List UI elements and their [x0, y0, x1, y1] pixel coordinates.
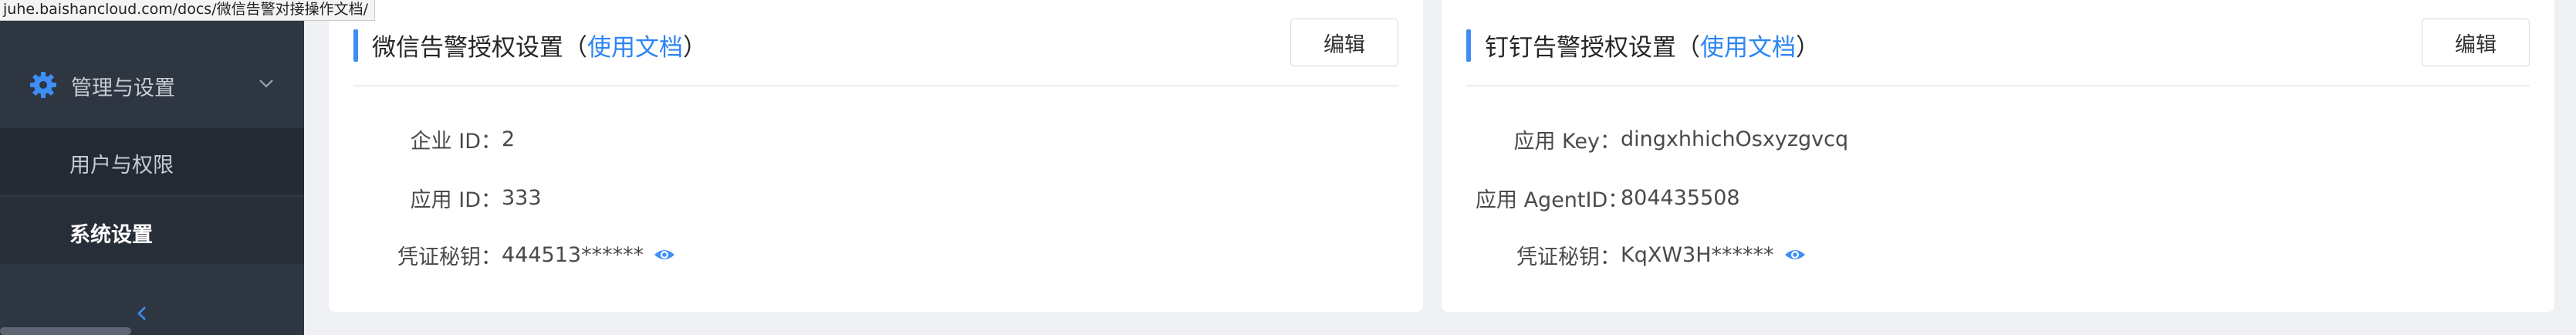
- sidebar: 管理与设置 用户与权限 系统设置: [0, 0, 304, 335]
- title-close-paren: ）: [683, 34, 707, 62]
- field-label: 企业 ID：: [410, 129, 502, 154]
- field-value: 333: [502, 185, 542, 210]
- title-accent-bar: [353, 29, 358, 62]
- dingtalk-alert-auth-card: 钉钉告警授权设置（使用文档） 编辑 应用 Key： dingxhhichOsxy…: [1442, 0, 2554, 312]
- sidebar-scrollbar[interactable]: [0, 327, 131, 335]
- chevron-down-icon: [259, 80, 273, 88]
- wechat-alert-auth-card: 微信告警授权设置（使用文档） 编辑 企业 ID： 2 应用 ID： 333 凭证…: [329, 0, 1423, 312]
- edit-button[interactable]: 编辑: [1290, 19, 1398, 66]
- field-secret: 凭证秘钥： KqXW3H******: [1476, 241, 1807, 269]
- sidebar-item-label: 系统设置: [69, 223, 153, 247]
- sidebar-item-users-permissions[interactable]: 用户与权限: [0, 128, 304, 195]
- usage-doc-link[interactable]: 使用文档: [587, 34, 683, 62]
- card-title: 微信告警授权设置（使用文档）: [372, 28, 707, 63]
- edit-button[interactable]: 编辑: [2422, 19, 2530, 66]
- title-accent-bar: [1466, 29, 1471, 62]
- field-app-id: 应用 ID： 333: [357, 184, 542, 212]
- field-value: 444513******: [502, 242, 644, 267]
- sidebar-group-label: 管理与设置: [71, 76, 175, 100]
- field-label: 凭证秘钥：: [397, 245, 502, 269]
- sidebar-group-management-settings[interactable]: 管理与设置: [0, 54, 304, 116]
- field-label: 应用 Key：: [1513, 129, 1621, 154]
- field-value: dingxhhichOsxyzgvcq: [1621, 127, 1849, 151]
- sidebar-item-label: 用户与权限: [69, 154, 174, 178]
- card-title-text: 微信告警授权设置: [372, 34, 563, 62]
- sidebar-item-system-settings[interactable]: 系统设置: [0, 198, 304, 264]
- field-corp-id: 企业 ID： 2: [357, 125, 516, 154]
- gear-icon: [30, 72, 56, 98]
- eye-icon[interactable]: [1783, 246, 1807, 263]
- card-title-text: 钉钉告警授权设置: [1485, 34, 1676, 62]
- field-app-key: 应用 Key： dingxhhichOsxyzgvcq: [1476, 125, 1849, 154]
- field-secret: 凭证秘钥： 444513******: [357, 241, 676, 269]
- field-value: KqXW3H******: [1621, 242, 1774, 267]
- field-label: 应用 AgentID：: [1476, 188, 1629, 212]
- collapse-sidebar-icon[interactable]: [134, 304, 150, 323]
- divider: [353, 85, 1398, 86]
- eye-icon[interactable]: [653, 246, 676, 263]
- title-open-paren: （: [1676, 34, 1700, 62]
- url-status-tooltip: juhe.baishancloud.com/docs/微信告警对接操作文档/: [0, 0, 376, 21]
- field-agent-id: 应用 AgentID： 804435508: [1476, 184, 1740, 212]
- divider: [1466, 85, 2530, 86]
- title-open-paren: （: [563, 34, 587, 62]
- card-title: 钉钉告警授权设置（使用文档）: [1485, 28, 1820, 63]
- field-value: 804435508: [1621, 185, 1740, 210]
- usage-doc-link[interactable]: 使用文档: [1700, 34, 1796, 62]
- field-label: 凭证秘钥：: [1516, 245, 1621, 269]
- field-label: 应用 ID：: [410, 188, 502, 212]
- field-value: 2: [502, 127, 516, 151]
- title-close-paren: ）: [1796, 34, 1820, 62]
